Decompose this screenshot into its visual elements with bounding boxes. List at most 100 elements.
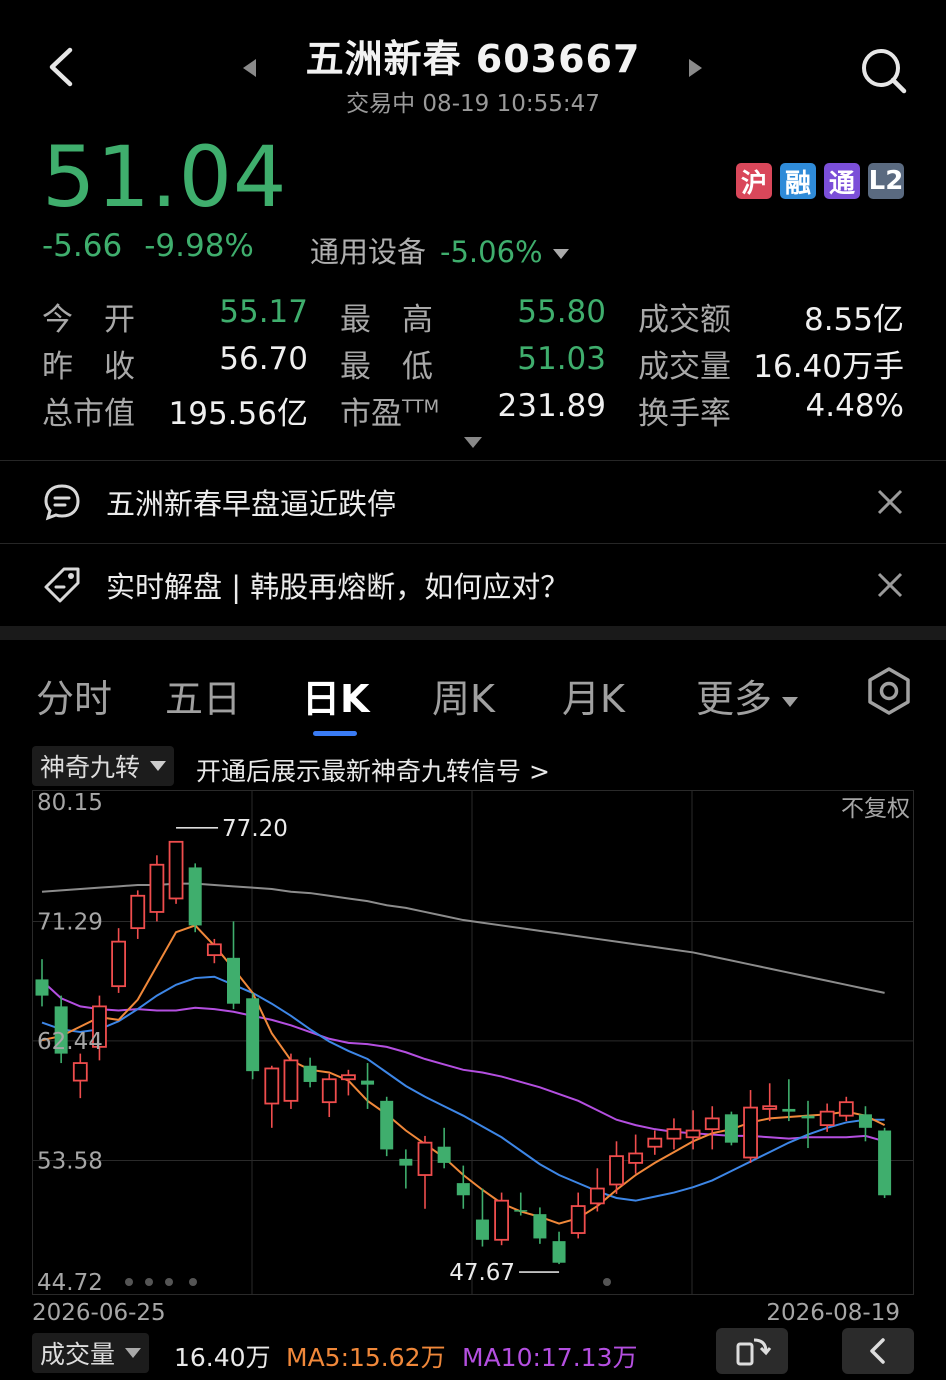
candle — [801, 1100, 815, 1149]
volume-current: 16.40万 — [174, 1343, 271, 1372]
candle — [666, 1118, 682, 1150]
tab-monthly-k[interactable]: 月K — [562, 668, 625, 723]
candle-body — [149, 863, 165, 913]
candle-body — [762, 1105, 778, 1110]
candle-body — [647, 1137, 663, 1148]
candle-body — [227, 957, 240, 1004]
settings-hexagon-icon[interactable] — [864, 666, 914, 716]
volume-ma5: MA5:15.62万 — [286, 1343, 446, 1372]
news-title: 实时解盘 | 韩股再熔断，如何应对？ — [106, 570, 570, 604]
candle — [704, 1106, 720, 1150]
x-end-date: 2026-08-19 — [766, 1300, 900, 1326]
next-stock-arrow-icon[interactable] — [689, 59, 702, 77]
price-adjust-mode[interactable]: 不复权 — [841, 796, 910, 822]
candle — [628, 1134, 644, 1174]
candle — [361, 1063, 375, 1109]
candle-body — [188, 867, 202, 926]
candle-body — [303, 1065, 317, 1082]
candle — [149, 855, 165, 922]
close-icon[interactable] — [876, 571, 904, 599]
amount-label: 成交额 — [638, 302, 731, 338]
candle-body — [589, 1187, 605, 1205]
candle-body — [361, 1080, 375, 1085]
magic-nine-dropdown[interactable]: 神奇九转 — [32, 746, 175, 786]
candle-body — [628, 1152, 644, 1164]
candle — [819, 1103, 835, 1132]
candlestick-chart[interactable]: 80.15 71.29 62.44 53.58 44.72 不复权 77.20 47.67 — [32, 790, 914, 1295]
badge-level2[interactable]: L2 — [868, 163, 904, 199]
magic-nine-label: 神奇九转 — [40, 753, 141, 782]
candle — [72, 1053, 88, 1099]
y-tick-label: 44.72 — [37, 1270, 103, 1295]
candle-body — [456, 1183, 470, 1196]
badge-margin[interactable]: 融 — [780, 163, 816, 199]
candle — [380, 1096, 394, 1157]
candle — [437, 1127, 451, 1169]
candle — [227, 921, 240, 1010]
candle — [417, 1135, 433, 1209]
high-label: 最 高 — [340, 302, 433, 338]
close-icon[interactable] — [876, 488, 904, 516]
tag-icon — [44, 567, 80, 603]
prev-close-label: 昨 收 — [42, 349, 135, 385]
rotate-screen-button[interactable] — [716, 1328, 788, 1374]
search-icon[interactable] — [858, 45, 908, 95]
rotate-icon — [736, 1338, 772, 1366]
candle — [494, 1192, 510, 1246]
chevron-left-icon — [870, 1338, 885, 1364]
badge-connect[interactable]: 通 — [824, 163, 860, 199]
expand-stats-icon[interactable] — [464, 437, 482, 448]
turnover-value: 4.48% — [805, 388, 904, 424]
collapse-panel-button[interactable] — [842, 1328, 914, 1374]
trading-status: 交易中 08-19 10:55:47 — [0, 84, 946, 118]
turnover-label: 换手率 — [638, 396, 731, 432]
candle — [533, 1207, 547, 1244]
section-separator — [0, 626, 946, 640]
candle — [552, 1231, 566, 1265]
candle-body — [246, 998, 260, 1072]
timestamp: 08-19 10:55:47 — [422, 91, 600, 117]
news-item-1[interactable]: 五洲新春早盘逼近跌停 — [0, 461, 946, 543]
open-value: 55.17 — [219, 294, 308, 330]
open-label: 今 开 — [42, 302, 135, 338]
tab-more[interactable]: 更多 — [696, 668, 799, 723]
sector-info[interactable]: 通用设备 -5.06% — [310, 229, 569, 271]
sector-change: -5.06% — [440, 235, 543, 269]
volume-value: 16.40万手 — [753, 349, 904, 385]
tab-five-day[interactable]: 五日 — [165, 668, 241, 723]
tab-daily-k[interactable]: 日K — [302, 668, 369, 723]
candle-body — [743, 1106, 758, 1159]
max-price-label: 77.20 — [222, 816, 288, 842]
tab-intraday[interactable]: 分时 — [36, 668, 112, 723]
low-label: 最 低 — [340, 349, 433, 385]
amount-value: 8.55亿 — [803, 302, 904, 338]
y-tick-label: 53.58 — [37, 1148, 103, 1174]
candle-body — [685, 1129, 701, 1139]
volume-indicator-dropdown[interactable]: 成交量 — [32, 1333, 150, 1373]
candle — [303, 1057, 317, 1088]
candle — [321, 1073, 337, 1118]
volume-label: 成交量 — [638, 349, 731, 385]
candle-body — [168, 840, 184, 900]
news-item-2[interactable]: 实时解盘 | 韩股再熔断，如何应对？ — [0, 544, 946, 626]
market-cap-label: 总市值 — [42, 396, 135, 432]
high-value: 55.80 — [517, 294, 606, 330]
tab-weekly-k[interactable]: 周K — [432, 668, 495, 723]
candle-body — [514, 1210, 528, 1212]
caret-down-icon — [552, 249, 569, 259]
candle-body — [819, 1110, 835, 1127]
signal-dot — [603, 1278, 611, 1286]
candle-body — [570, 1205, 586, 1234]
candle-body — [321, 1078, 337, 1104]
y-tick-label: 71.29 — [37, 910, 103, 936]
current-price: 51.04 — [42, 128, 288, 226]
candle — [762, 1083, 778, 1122]
candle-body — [264, 1067, 280, 1105]
active-tab-indicator — [313, 731, 357, 736]
candle-body — [838, 1101, 854, 1117]
badge-shanghai[interactable]: 沪 — [736, 163, 772, 199]
candle-body — [782, 1108, 796, 1112]
caret-down-icon — [150, 761, 167, 771]
candle-body — [399, 1158, 413, 1166]
magic-nine-promo-link[interactable]: 开通后展示最新神奇九转信号 > — [196, 752, 550, 788]
